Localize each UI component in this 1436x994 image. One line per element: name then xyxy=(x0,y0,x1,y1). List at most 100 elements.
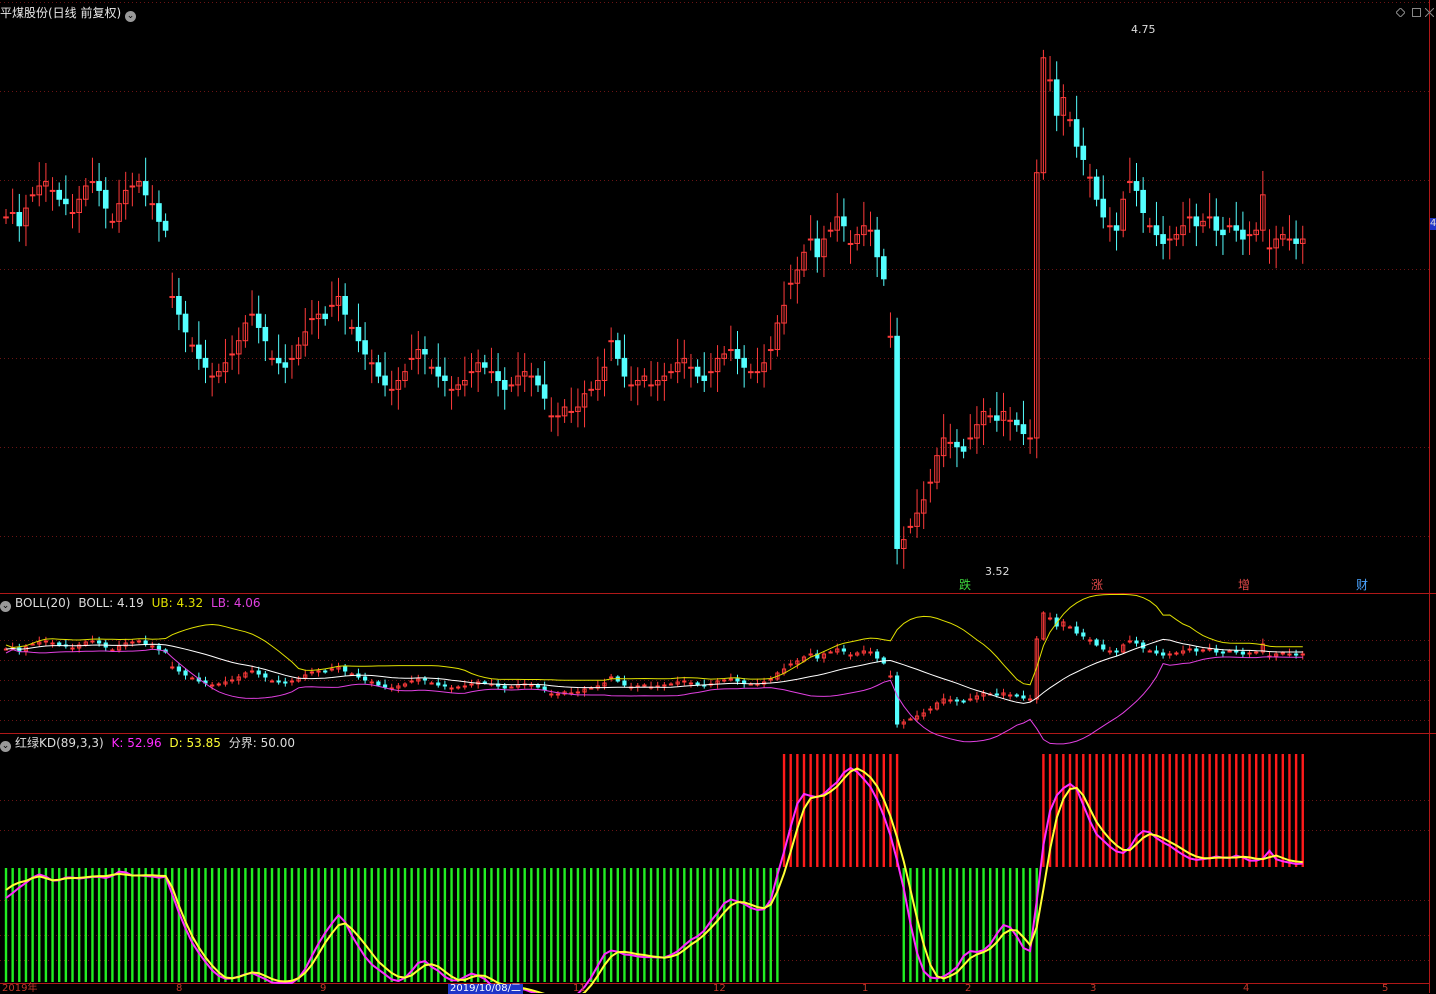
candle-body xyxy=(375,362,382,377)
right-edge-value: 4 xyxy=(1430,218,1436,230)
boll-candle-body xyxy=(1028,698,1033,701)
candle-body xyxy=(708,371,714,374)
candle-body xyxy=(442,375,448,381)
boll-candle-body xyxy=(1134,640,1139,644)
candle-body xyxy=(255,313,262,328)
boll-candle-body xyxy=(968,698,973,701)
boll-candle-body xyxy=(283,681,288,684)
boll-lower-line xyxy=(5,648,1303,745)
kd-d-line xyxy=(5,767,1303,993)
boll-candle-body xyxy=(57,642,62,646)
candle-body xyxy=(1073,119,1080,147)
boll-candle-body xyxy=(363,676,368,681)
chevron-down-icon[interactable]: ⌄ xyxy=(125,11,137,22)
candle-body xyxy=(1053,79,1060,116)
boll-candle-body xyxy=(1247,652,1252,655)
candle-body xyxy=(1047,79,1053,82)
candle-body xyxy=(202,357,209,368)
boll-candle-body xyxy=(216,683,221,686)
boll-candle-body xyxy=(329,668,334,671)
chevron-down-icon[interactable]: ⌄ xyxy=(0,601,11,612)
diamond-icon[interactable] xyxy=(1396,8,1405,17)
candle-body xyxy=(881,256,887,280)
boll-candle-body xyxy=(994,693,999,696)
candle-body xyxy=(355,326,362,342)
candle-body xyxy=(1100,198,1107,218)
boll-candle-body xyxy=(249,670,255,673)
boll-candle-body xyxy=(722,679,727,682)
boll-candle-body xyxy=(535,684,541,688)
stock-title[interactable]: 平煤股份(日线 前复权) ⌄ xyxy=(0,6,140,22)
boll-candle-body xyxy=(961,700,966,703)
candle-body xyxy=(156,203,162,222)
boll-candle-body xyxy=(1194,648,1199,652)
boll-candle-body xyxy=(682,680,687,683)
candle-body xyxy=(29,194,36,197)
candle-body xyxy=(1147,225,1153,228)
boll-candle-body xyxy=(609,676,614,679)
candle-body xyxy=(807,238,814,241)
candle-body xyxy=(748,371,754,374)
candle-body xyxy=(129,185,136,188)
boll-candle-body xyxy=(343,666,348,672)
candle-body xyxy=(1166,238,1173,241)
candle-body xyxy=(787,282,794,285)
boll-candle-body xyxy=(1280,652,1285,655)
candle-body xyxy=(688,366,694,369)
boll-candle-body xyxy=(742,680,747,684)
candle-body xyxy=(322,313,328,320)
boll-candle-body xyxy=(429,682,434,685)
event-marker-fall[interactable]: 跌 xyxy=(958,578,972,592)
boll-candle-body xyxy=(1200,649,1206,652)
candle-body xyxy=(149,203,156,206)
candle-body xyxy=(1213,216,1220,231)
boll-candle-body xyxy=(828,651,833,654)
candle-body xyxy=(428,366,435,369)
restore-icon[interactable] xyxy=(1412,8,1421,17)
candle-body xyxy=(728,349,734,352)
candle-body xyxy=(269,357,275,360)
candle-body xyxy=(289,357,295,360)
event-marker-finance[interactable]: 财 xyxy=(1355,578,1369,592)
boll-candle-body xyxy=(908,718,913,721)
candles xyxy=(3,49,1306,569)
event-marker-rise[interactable]: 涨 xyxy=(1090,578,1104,592)
chevron-down-icon[interactable]: ⌄ xyxy=(0,741,11,752)
boll-candle-body xyxy=(868,651,873,654)
boll-candle-body xyxy=(728,678,733,681)
boll-candle-body xyxy=(1127,640,1132,643)
kd-d-label: D: xyxy=(169,736,183,750)
candle-body xyxy=(342,296,348,315)
candle-body xyxy=(282,362,289,368)
boll-ub-value: 4.32 xyxy=(176,596,204,610)
candle-body xyxy=(694,366,701,377)
candle-body xyxy=(448,388,455,391)
candle-body xyxy=(874,229,880,258)
boll-candle-body xyxy=(509,686,514,689)
boll-candle-body xyxy=(1047,617,1053,620)
boll-candle-body xyxy=(662,684,667,687)
boll-candle-body xyxy=(43,640,48,643)
close-icon[interactable] xyxy=(1425,8,1434,17)
boll-candle-body xyxy=(50,642,55,645)
candle-body xyxy=(814,238,821,258)
boll-candle-body xyxy=(90,640,95,643)
boll-candle-body xyxy=(97,640,102,644)
boll-candle-body xyxy=(482,681,487,684)
candle-body xyxy=(668,371,674,374)
boll-candle-body xyxy=(150,645,155,648)
mini-candles xyxy=(3,611,1305,729)
kd-k-line xyxy=(5,766,1303,993)
candle-body xyxy=(648,384,654,387)
boll-candle-body xyxy=(1081,632,1086,637)
candle-body xyxy=(1160,234,1166,244)
candle-body xyxy=(508,384,515,387)
boll-candle-body xyxy=(190,677,195,680)
event-marker-increase[interactable]: 增 xyxy=(1237,578,1251,592)
boll-candle-body xyxy=(1240,651,1246,655)
candle-body xyxy=(56,189,63,200)
candle-body xyxy=(1113,225,1120,231)
boll-candle-body xyxy=(948,699,953,702)
candle-body xyxy=(734,349,741,359)
boll-candle-body xyxy=(529,684,534,687)
